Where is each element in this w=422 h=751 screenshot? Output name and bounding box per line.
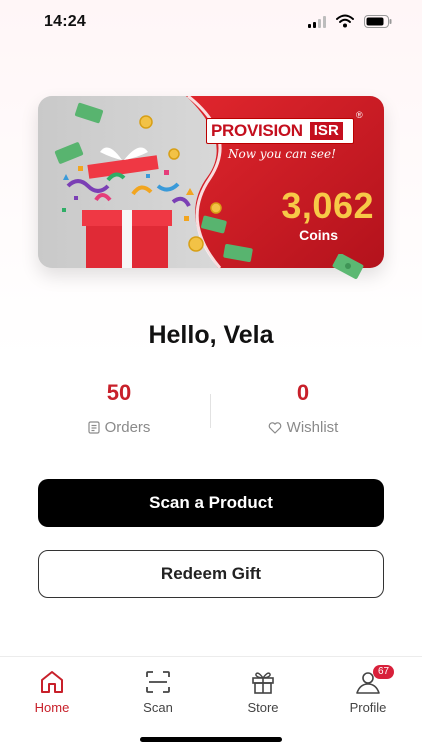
status-time: 14:24 [44,13,86,30]
nav-home-label: Home [34,700,70,715]
greeting-title: Hello, Vela [148,321,274,349]
orders-count: 50 [106,380,132,405]
orders-label: Orders [104,419,151,436]
orders-stat[interactable]: 50 Orders [39,380,199,436]
orders-icon [87,421,100,434]
home-icon [41,671,63,693]
stats-divider [210,394,211,428]
nav-profile[interactable]: 67 Profile [333,665,403,715]
nav-store[interactable]: Store [228,667,298,715]
brand-name: PROVISION [211,121,303,140]
nav-profile-label: Profile [349,700,387,715]
brand-tagline: Now you can see! [228,147,336,161]
scan-icon [146,671,170,693]
coins-label: Coins [299,227,338,243]
nav-scan[interactable]: Scan [123,667,193,715]
redeem-gift-button[interactable]: Redeem Gift [38,550,384,598]
wifi-icon [336,14,354,28]
status-bar: 14:24 [0,0,422,44]
nav-store-label: Store [247,700,279,715]
coins-balance: 3,062 [281,185,374,226]
wishlist-stat[interactable]: 0 Wishlist [223,380,383,436]
gift-icon [252,672,274,694]
registered-mark: ® [356,110,363,120]
nav-home[interactable]: Home [17,667,87,715]
nav-scan-label: Scan [143,700,173,715]
cellular-signal-icon [308,16,326,28]
profile-notification-badge: 67 [373,665,395,679]
money-bill-icon [332,254,364,279]
wishlist-label: Wishlist [286,419,339,436]
rewards-card-body: PROVISION ISR ® Now you can see! 3,062 C… [38,96,384,268]
brand-logo: PROVISION ISR [206,118,354,144]
home-indicator [140,737,282,742]
brand-suffix: ISR [308,121,344,141]
wishlist-count: 0 [296,380,310,405]
heart-icon [268,421,281,434]
scan-product-button[interactable]: Scan a Product [38,479,384,527]
rewards-card[interactable]: PROVISION ISR ® Now you can see! 3,062 C… [38,96,384,286]
stats-row: 50 Orders 0 Wishlist [0,380,422,440]
battery-icon [364,15,392,28]
